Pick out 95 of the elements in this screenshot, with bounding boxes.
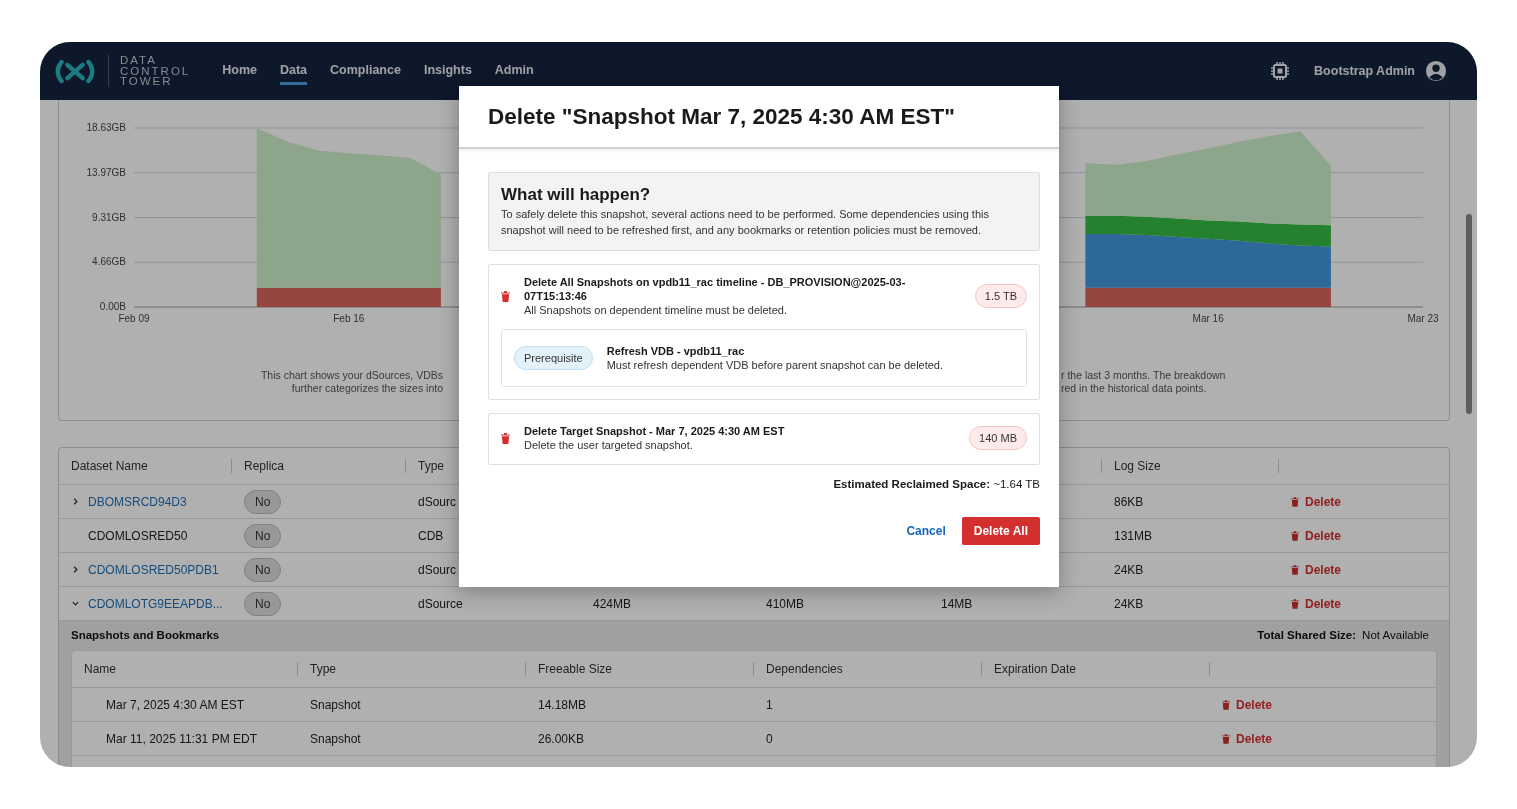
step-description: Delete the user targeted snapshot. [524, 438, 694, 452]
step-title: Delete All Snapshots on vpdb11_rac timeline - DB_PROVISION@2025-03-07T15:13:46 [524, 275, 907, 303]
size-badge: 140 MB [969, 426, 1027, 450]
column-header[interactable]: Type [418, 459, 444, 473]
column-header[interactable]: Log Size [1114, 459, 1161, 473]
x-axis-label: Feb 16 [333, 313, 365, 324]
table-cell: Snapshot [310, 731, 361, 746]
brand-name: DATA CONTROL TOWER [108, 55, 191, 87]
delete-button[interactable]: Delete [1291, 596, 1342, 611]
table-cell: 131MB [1114, 528, 1153, 543]
chart-caption: This chart shows your dSources, VDBs [260, 369, 443, 382]
table-cell: Snapshot [310, 697, 361, 712]
nav-link[interactable]: Data [279, 57, 308, 85]
trash-icon [1291, 530, 1299, 541]
table-cell: dSourc [418, 562, 457, 577]
table-cell: 24KB [1114, 562, 1144, 577]
step-description: All Snapshots on dependent timeline must be deleted. [524, 303, 788, 317]
column-header[interactable]: Freeable Size [538, 662, 613, 676]
table-cell: 1 [766, 697, 773, 712]
info-title: What will happen? [501, 185, 652, 205]
chart-caption: r the last 3 months. The breakdown [1061, 369, 1226, 382]
column-header[interactable]: Expiration Date [994, 662, 1077, 676]
replica-badge: No [244, 523, 282, 548]
info-text: To safely delete this snapshot, several actions need to be performed. Some dependencies using this snapshot will need to be refreshed first, and any bookmarks or retention policies must be removed. [501, 207, 990, 238]
column-header[interactable]: Dependencies [766, 662, 843, 676]
dataset-link[interactable]: CDOMLOSRED50PDB1 [88, 562, 219, 577]
dataset-name: CDOMLOSRED50 [88, 528, 188, 543]
trash-icon [1291, 564, 1299, 575]
nav-link[interactable]: Home [222, 57, 257, 85]
y-axis-label: 18.63GB [86, 122, 126, 133]
nav-link[interactable]: Admin [494, 57, 534, 85]
total-shared-label: Total Shared Size: [1257, 629, 1357, 641]
table-cell: 24KB [1114, 596, 1144, 611]
delete-button[interactable]: Delete [1291, 494, 1342, 509]
column-header[interactable]: Replica [244, 459, 285, 473]
chart-caption: red in the historical data points. [1061, 381, 1208, 394]
replica-badge: No [244, 591, 282, 616]
x-axis-label: Feb 09 [118, 313, 150, 324]
table-cell: 26.00KB [538, 731, 585, 746]
chevron-right-icon[interactable] [71, 497, 80, 506]
chart-caption: further categorizes the sizes into [290, 381, 443, 394]
step-title: Delete Target Snapshot - Mar 7, 2025 4:30 AM EST [524, 424, 786, 438]
prerequisite-title: Refresh VDB - vpdb11_rac [606, 344, 746, 358]
table-cell: 14.18MB [538, 697, 587, 712]
total-shared-value: Not Available [1362, 629, 1429, 641]
delete-button[interactable]: Delete [1222, 731, 1273, 746]
table-cell: CDB [418, 528, 444, 543]
chevron-down-icon[interactable] [71, 599, 80, 608]
table-cell: dSource [418, 596, 463, 611]
panel-title: Snapshots and Bookmarks [71, 629, 220, 641]
table-cell: 424MB [593, 596, 632, 611]
y-axis-label: 4.66GB [92, 256, 126, 268]
trash-icon [1291, 496, 1299, 507]
trash-icon [1222, 699, 1230, 710]
estimate-label: Estimated Reclaimed Space: [833, 478, 990, 490]
replica-badge: No [244, 489, 282, 514]
trash-icon [1222, 733, 1230, 744]
replica-badge: No [244, 557, 282, 582]
column-header[interactable]: Name [84, 662, 116, 676]
x-axis-label: Mar 23 [1407, 313, 1439, 324]
table-cell: 86KB [1114, 494, 1144, 509]
trash-icon [1291, 598, 1299, 609]
estimate-value: ~1.64 TB [993, 478, 1040, 490]
prerequisite-badge: Prerequisite [514, 346, 593, 370]
table-cell-text: Mar 7, 2025 4:30 AM EST [105, 697, 245, 712]
y-axis-label: 9.31GB [92, 211, 126, 223]
column-header[interactable]: Dataset Name [71, 459, 148, 473]
column-header[interactable]: Type [310, 662, 336, 676]
delete-button[interactable]: Delete [1291, 528, 1342, 543]
table-cell: 14MB [941, 596, 973, 611]
user-avatar-icon[interactable] [1425, 60, 1447, 82]
x-axis-label: Mar 16 [1192, 313, 1224, 324]
dataset-link[interactable]: DBOMSRCD94D3 [88, 494, 187, 509]
dataset-link[interactable]: CDOMLOTG9EEAPDB... [88, 596, 223, 611]
y-axis-label: 13.97GB [86, 166, 126, 178]
chip-icon[interactable] [1270, 61, 1291, 81]
trash-icon [501, 290, 510, 302]
dialog-title: Delete "Snapshot Mar 7, 2025 4:30 AM EST" [488, 103, 955, 130]
user-name[interactable]: Bootstrap Admin [1314, 64, 1415, 78]
cancel-button[interactable]: Cancel [902, 518, 950, 544]
table-cell-text: Mar 11, 2025 11:31 PM EDT [105, 731, 257, 746]
table-cell: 0 [766, 731, 773, 746]
delete-button[interactable]: Delete [1222, 697, 1273, 712]
scrollbar-thumb[interactable] [1466, 214, 1472, 414]
prerequisite-description: Must refresh dependent VDB before parent snapshot can be deleted. [606, 358, 945, 372]
table-cell: dSourc [418, 494, 457, 509]
y-axis-label: 0.00B [99, 301, 126, 312]
trash-icon [501, 432, 510, 444]
chevron-right-icon[interactable] [71, 565, 80, 574]
delete-all-button[interactable]: Delete All [961, 517, 1040, 545]
size-badge: 1.5 TB [974, 284, 1027, 308]
table-cell: 410MB [766, 596, 805, 611]
nav-link[interactable]: Compliance [330, 57, 401, 85]
nav-link[interactable]: Insights [423, 57, 472, 85]
delete-button[interactable]: Delete [1291, 562, 1342, 577]
